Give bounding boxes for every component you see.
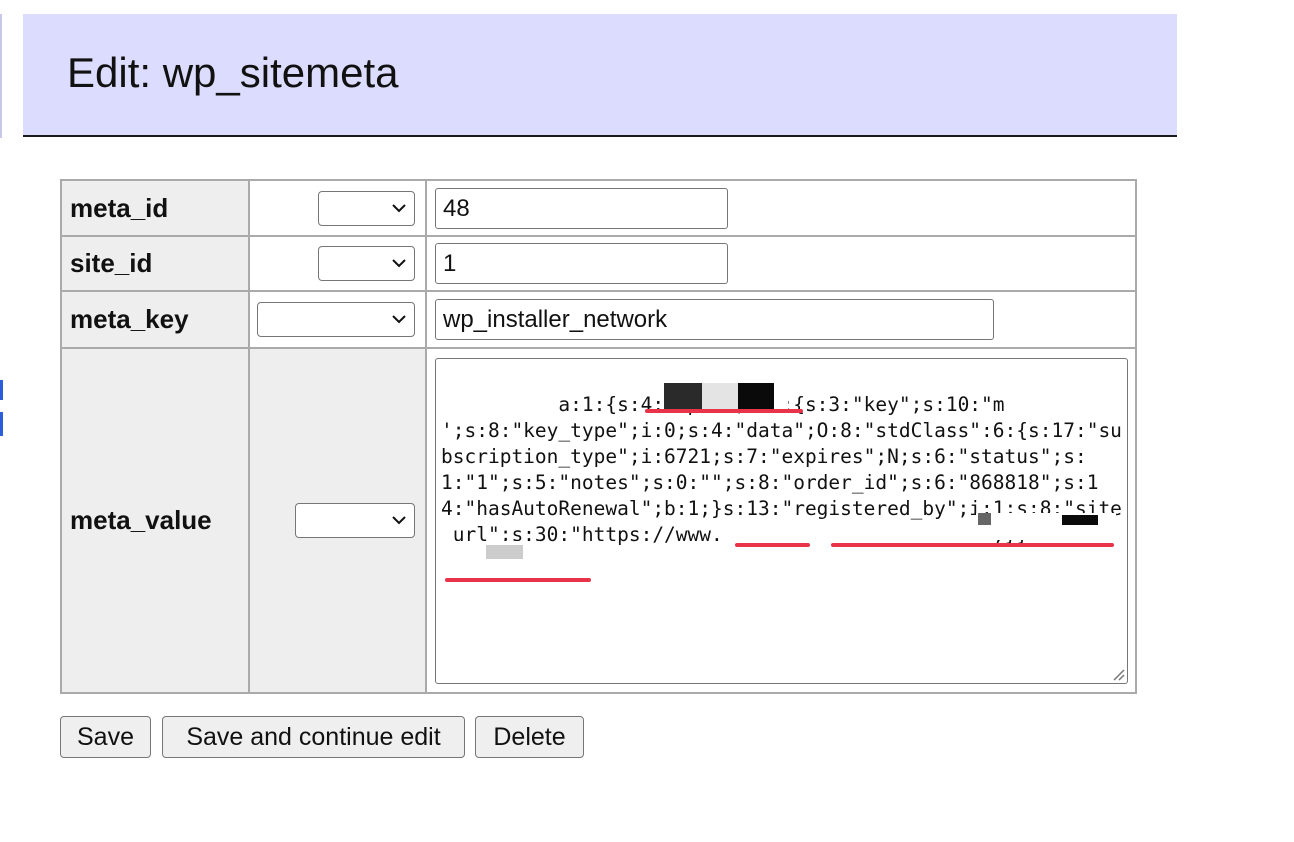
value-cell: 1 [425,235,1137,292]
operator-cell [248,235,427,292]
field-label: site_id [60,235,250,292]
page-title: Edit: wp_sitemeta [67,49,399,96]
value-cell: 48 [425,179,1137,237]
page-header: Edit: wp_sitemeta [23,14,1177,137]
operator-cell [248,179,427,237]
redaction-block [486,545,523,559]
meta-id-input[interactable]: 48 [435,187,728,229]
operator-select[interactable] [257,302,415,337]
value-cell: wp_installer_network [425,290,1137,349]
resize-grip-icon[interactable] [1109,665,1125,681]
left-edge-link-fragment[interactable] [0,412,3,436]
table-row: meta_value a:1:{s:4:"wpml";a:5:{s:3:"key… [60,347,1137,694]
field-label: meta_value [60,347,250,694]
redaction-block [738,383,774,409]
table-row: meta_key wp_installer_network [60,290,1137,349]
save-and-continue-button[interactable]: Save and continue edit [162,716,465,758]
annotation-underline [831,543,1114,547]
left-edge-rule [0,14,2,138]
operator-select[interactable] [295,503,415,538]
operator-select[interactable] [318,190,415,226]
redaction-block [664,383,702,409]
chevron-down-icon [392,203,406,212]
chevron-down-icon [392,516,406,525]
edit-form-table: meta_id 48 site_id 1 meta_key wp_install… [60,179,1137,694]
annotation-underline [645,409,803,413]
redaction-block [774,383,788,409]
page: Edit: wp_sitemeta meta_id 48 site_id 1 m… [0,0,1294,842]
annotation-underline [735,543,810,547]
site-id-input[interactable]: 1 [435,243,728,284]
table-row: meta_id 48 [60,179,1137,237]
table-row: site_id 1 [60,235,1137,292]
redaction-block [978,513,991,525]
operator-select[interactable] [318,246,415,281]
meta-key-input[interactable]: wp_installer_network [435,299,994,340]
chevron-down-icon [392,259,406,268]
field-label: meta_id [60,179,250,237]
operator-cell [248,347,427,694]
operator-cell [248,290,427,349]
delete-button[interactable]: Delete [475,716,584,758]
annotation-underline [445,578,591,582]
left-edge-fragment [0,0,6,842]
redaction-block [1062,515,1098,525]
save-button[interactable]: Save [60,716,151,758]
redaction-block [702,383,738,409]
field-label: meta_key [60,290,250,349]
left-edge-link-fragment[interactable] [0,380,3,400]
chevron-down-icon [392,315,406,324]
